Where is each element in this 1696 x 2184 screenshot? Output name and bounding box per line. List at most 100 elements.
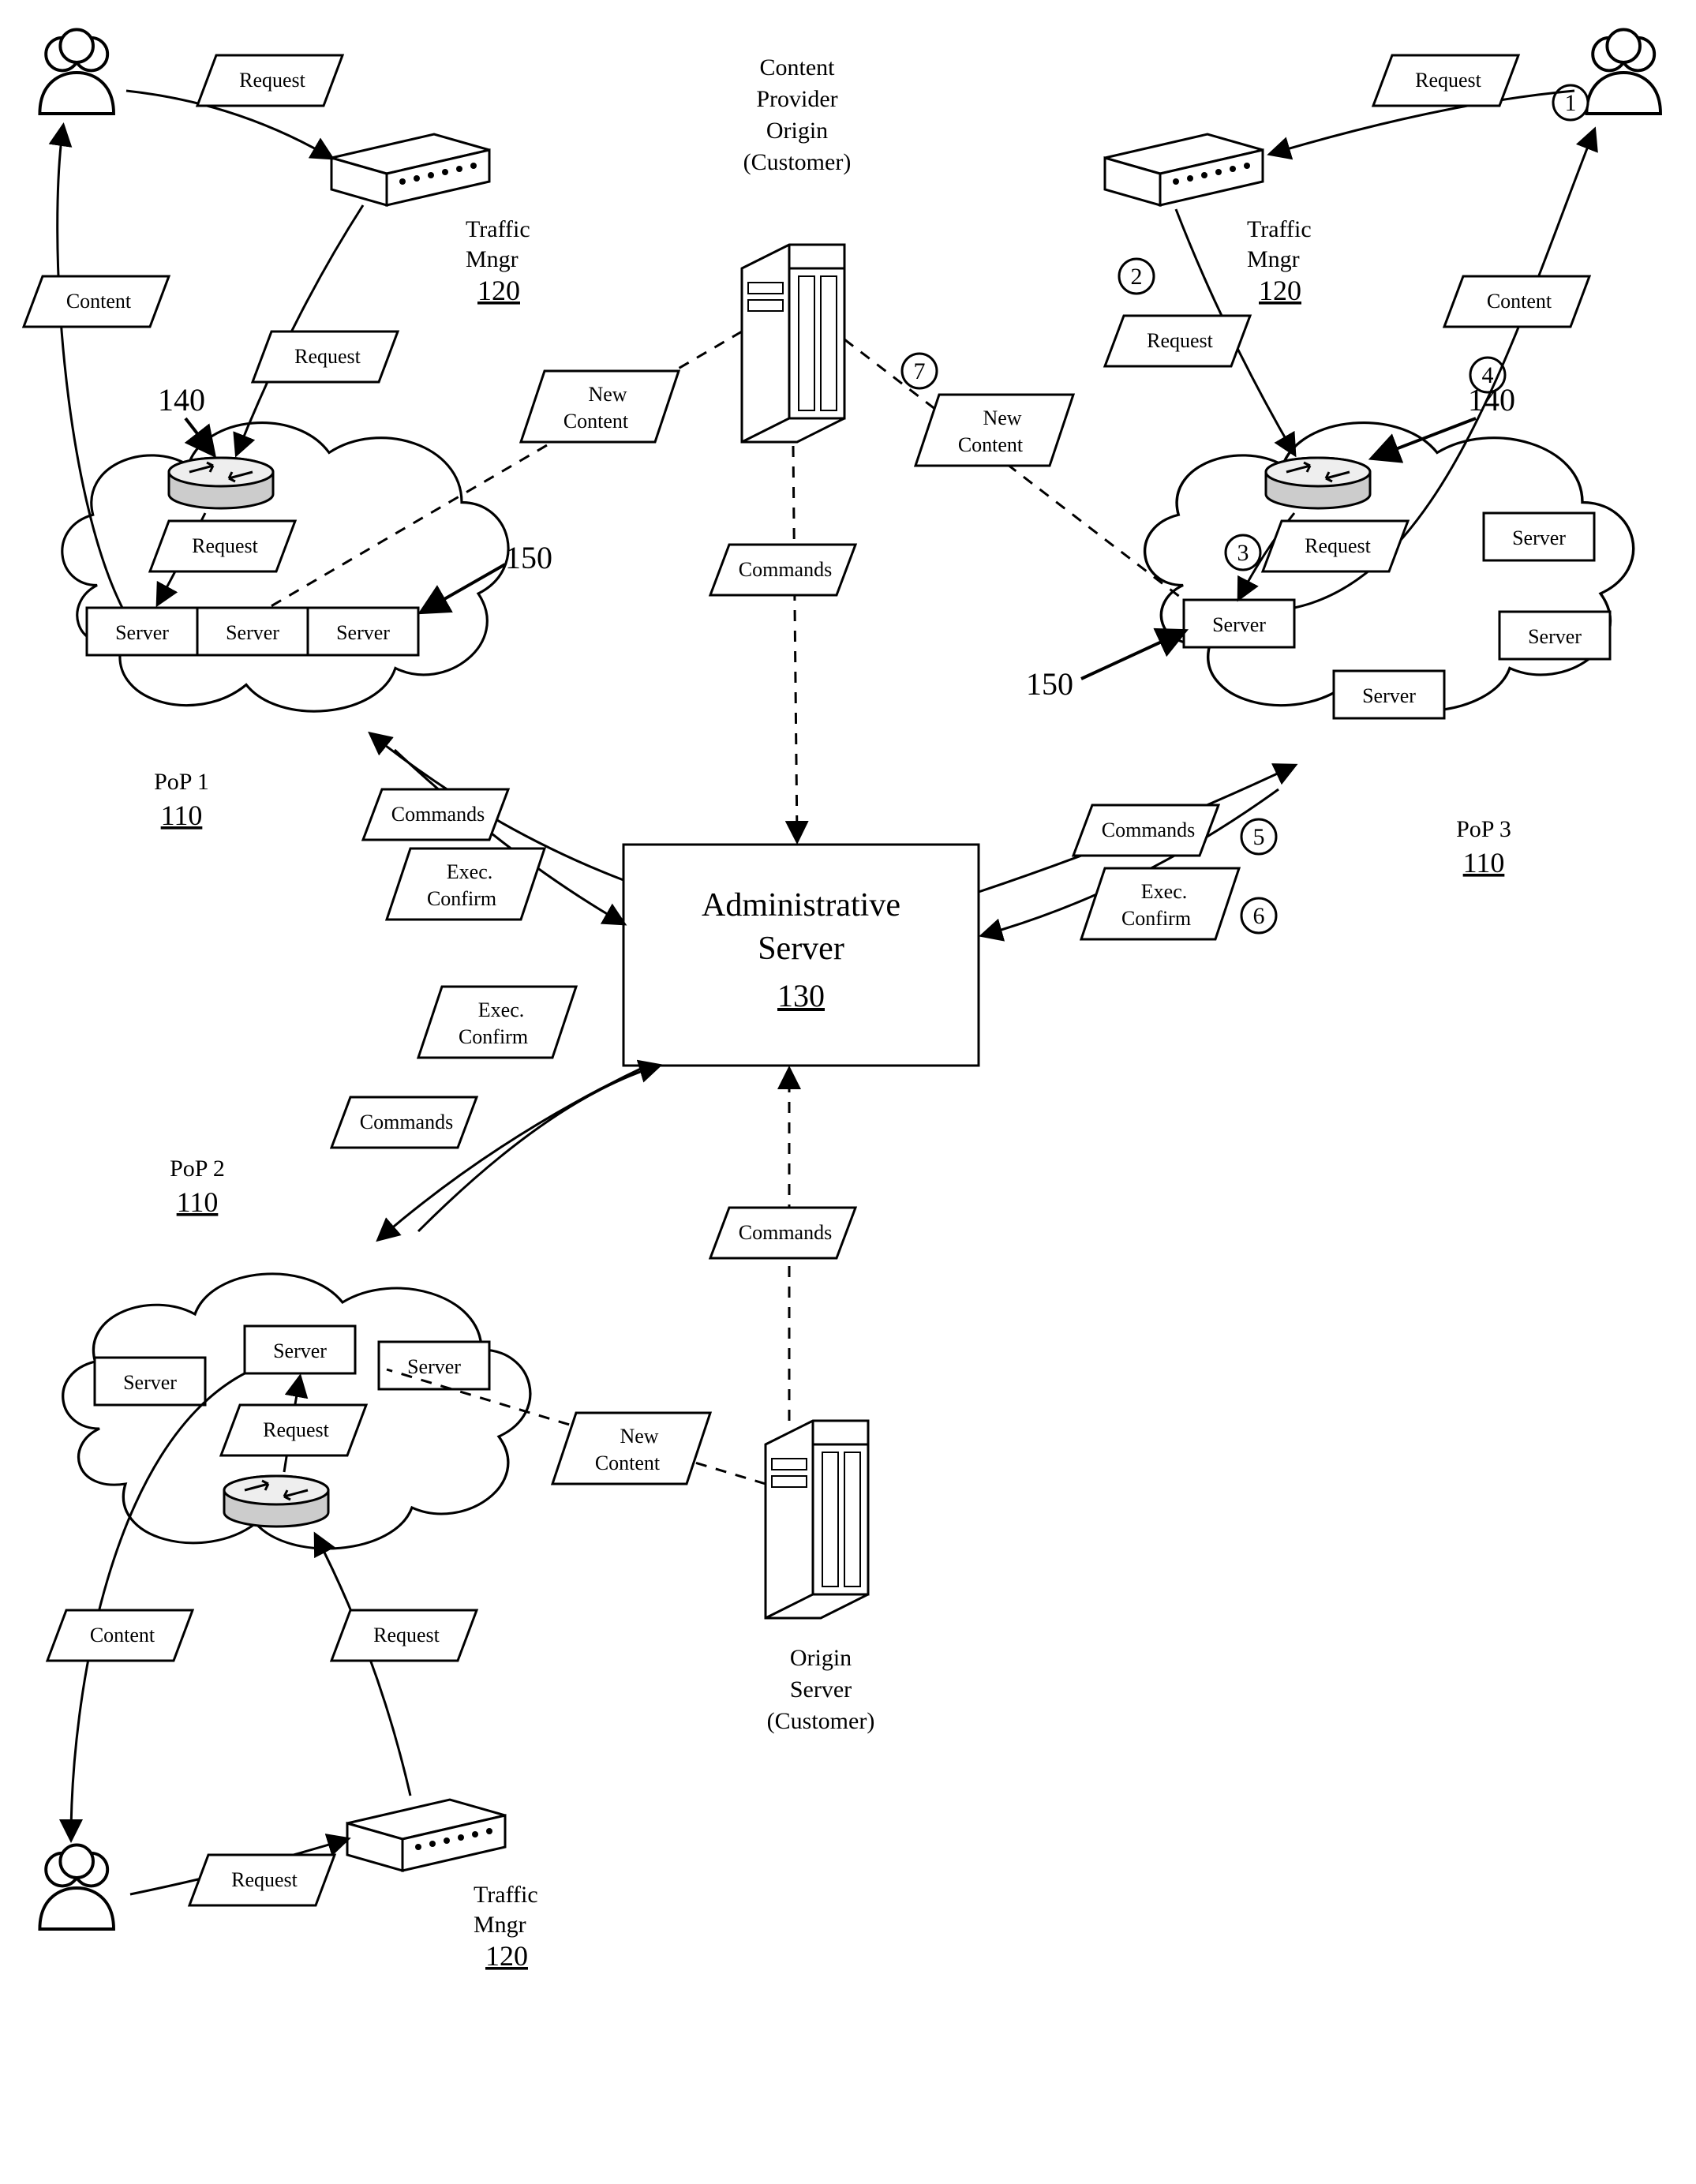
svg-text:Request: Request	[239, 69, 306, 92]
svg-text:Commands: Commands	[739, 1221, 832, 1244]
users-top-right	[1586, 29, 1660, 114]
origin-bot-l1: Origin	[790, 1645, 852, 1671]
svg-text:Commands: Commands	[739, 558, 832, 581]
tm-top-right	[1105, 134, 1263, 205]
server-label: Server	[226, 621, 279, 644]
server-label: Server	[407, 1355, 461, 1378]
ref-140-left: 140	[158, 382, 205, 418]
svg-text:New: New	[983, 406, 1021, 429]
msg-commands: Commands	[710, 545, 855, 595]
admin-line2: Server	[758, 931, 844, 967]
origin-bot-l3: (Customer)	[767, 1708, 875, 1734]
origin-top-l4: (Customer)	[743, 149, 852, 175]
leader-line	[1081, 631, 1184, 679]
lb-pop1	[169, 458, 273, 508]
origin-top-l1: Content	[760, 54, 836, 81]
lb-pop3	[1266, 458, 1370, 508]
arrow	[316, 1535, 410, 1796]
svg-text:Exec.: Exec.	[447, 860, 492, 883]
msg-commands: Commands	[710, 1208, 855, 1258]
users-bottom-left	[39, 1845, 114, 1929]
tm2-l2: Mngr	[474, 1912, 526, 1938]
msg-new-content: New Content	[915, 395, 1073, 466]
msg-exec-confirm: Exec. Confirm	[1081, 868, 1239, 939]
server-label: Server	[115, 621, 169, 644]
pop1-servers: Server Server Server	[87, 608, 418, 655]
tm-top-left	[331, 134, 489, 205]
pop3-label: PoP 3	[1456, 816, 1511, 842]
users-top-left	[39, 29, 114, 114]
svg-text:Confirm: Confirm	[427, 887, 496, 910]
dashed-line	[844, 339, 1184, 600]
admin-line1: Administrative	[702, 887, 900, 923]
svg-text:Commands: Commands	[1102, 819, 1195, 841]
svg-text:4: 4	[1482, 362, 1494, 388]
msg-request: Request	[1105, 316, 1250, 366]
msg-request: Request	[253, 332, 398, 382]
svg-text:6: 6	[1253, 903, 1265, 929]
pop1-cloud	[62, 423, 508, 712]
admin-server: Administrative Server 130	[623, 845, 979, 1066]
msg-request: Request	[189, 1855, 335, 1905]
svg-text:5: 5	[1253, 824, 1265, 850]
origin-top-l3: Origin	[766, 118, 828, 144]
msg-request: Request	[197, 55, 343, 106]
svg-text:Content: Content	[958, 433, 1024, 456]
server-label: Server	[123, 1371, 177, 1394]
server-label: Server	[1212, 613, 1266, 636]
svg-text:Request: Request	[294, 345, 361, 368]
origin-top-l2: Provider	[756, 86, 837, 112]
svg-text:7: 7	[914, 358, 926, 384]
msg-request: Request	[221, 1405, 366, 1455]
pop2-ref: 110	[177, 1186, 219, 1218]
step-7: 7	[902, 354, 937, 388]
svg-text:Content: Content	[563, 410, 629, 433]
arrow	[237, 205, 363, 454]
svg-text:Confirm: Confirm	[459, 1025, 528, 1048]
svg-text:Request: Request	[192, 534, 259, 557]
tm3-l1: Traffic	[1247, 216, 1312, 242]
step-5: 5	[1241, 819, 1276, 854]
server-label: Server	[1528, 625, 1582, 648]
svg-text:Commands: Commands	[391, 803, 485, 826]
svg-text:Request: Request	[1147, 329, 1214, 352]
tm3-l2: Mngr	[1247, 246, 1300, 272]
svg-text:Request: Request	[1415, 69, 1482, 92]
svg-text:Exec.: Exec.	[478, 998, 524, 1021]
msg-request: Request	[150, 521, 295, 571]
msg-request: Request	[1263, 521, 1408, 571]
svg-text:Request: Request	[373, 1624, 440, 1646]
msg-request: Request	[331, 1610, 477, 1661]
svg-text:Request: Request	[263, 1418, 330, 1441]
origin-bot-l2: Server	[790, 1676, 852, 1703]
step-4: 4	[1470, 358, 1505, 392]
svg-text:Commands: Commands	[360, 1111, 453, 1133]
step-6: 6	[1241, 898, 1276, 933]
ref-150-left: 150	[505, 540, 552, 575]
step-3: 3	[1226, 535, 1260, 570]
svg-text:Exec.: Exec.	[1141, 880, 1187, 903]
server-label: Server	[273, 1339, 327, 1362]
msg-new-content: New Content	[552, 1413, 710, 1484]
tm2-l1: Traffic	[474, 1882, 538, 1908]
msg-content: Content	[47, 1610, 193, 1661]
svg-text:Content: Content	[595, 1452, 661, 1474]
server-label: Server	[336, 621, 390, 644]
svg-text:Content: Content	[1487, 290, 1552, 313]
dashed-line	[793, 446, 797, 841]
server-label: Server	[1512, 526, 1566, 549]
origin-top-icon	[742, 245, 844, 442]
pop3-ref: 110	[1463, 847, 1505, 878]
svg-text:Content: Content	[66, 290, 132, 313]
msg-commands: Commands	[1073, 805, 1219, 856]
svg-text:Content: Content	[90, 1624, 155, 1646]
tm-bottom	[347, 1800, 505, 1871]
pop2-label: PoP 2	[170, 1156, 225, 1182]
server-label: Server	[1362, 684, 1416, 707]
tm3-ref: 120	[1259, 275, 1301, 306]
step-2: 2	[1119, 259, 1154, 294]
admin-ref: 130	[777, 978, 825, 1013]
ref-150-right: 150	[1026, 666, 1073, 702]
origin-bottom-icon	[766, 1421, 868, 1618]
lb-pop2	[224, 1476, 328, 1527]
